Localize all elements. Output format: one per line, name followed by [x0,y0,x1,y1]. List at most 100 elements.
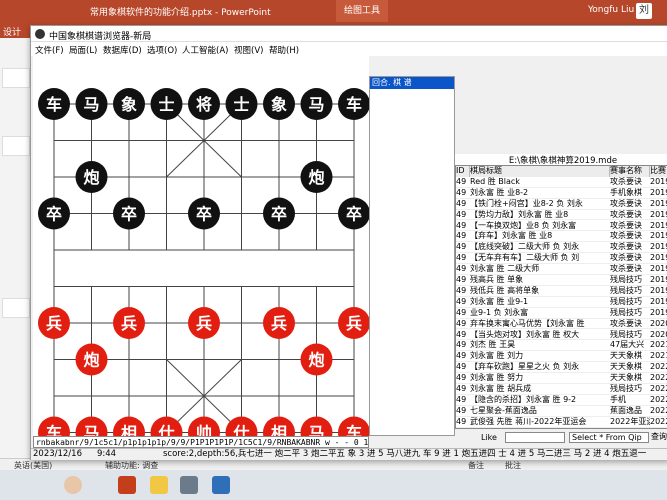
table-row[interactable]: 49业9-1 负 刘永富 残局技巧 2019 [456,308,667,319]
table-cell: 2022 [650,394,667,404]
draw-tools-tab[interactable]: 绘图工具 [336,0,388,22]
user-name[interactable]: Yongfu Liu [588,5,634,15]
table-row[interactable]: 49【隐含的杀招】刘永富 胜 9-2 手机 2022 [456,395,667,406]
black-piece[interactable]: 士 [225,88,258,120]
menu-view[interactable]: 视图(V) [234,44,263,56]
game-database-table[interactable]: ID棋局标题赛事名称比赛49Red 胜 Black攻杀要诀201949刘永富 胜… [455,165,667,429]
menu-file[interactable]: 文件(F) [35,44,64,56]
table-row[interactable]: 49【无车弃有车】二级大师 负 刘 攻杀要诀 2019 [456,253,667,265]
menu-help[interactable]: 帮助(H) [269,44,299,56]
black-piece[interactable]: 士 [150,88,183,120]
black-piece[interactable]: 象 [263,88,295,120]
red-piece[interactable]: 相 [263,416,295,437]
black-piece[interactable]: 车 [338,88,369,120]
table-row[interactable]: 49残高兵 胜 单象 残局技巧 2019 [456,275,667,286]
table-row[interactable]: 49刘永富 胜 努力 天天象棋 2022 [456,373,667,384]
fen-field[interactable]: rnbakabnr/9/1c5c1/p1p1p1p1p/9/9/P1P1P1P1… [33,436,369,448]
black-piece[interactable]: 将 [188,88,220,120]
table-row[interactable]: 49刘永富 胜 刘力 天天象棋 2021 [456,351,667,363]
table-row[interactable]: 49刘永富 胜 二级大师 攻杀要诀 2019 [456,264,667,275]
board-canvas[interactable]: 车马象士将士象马车炮 炮卒卒卒卒卒兵兵兵兵兵炮 炮车马相仕帅仕相马车 [33,56,369,436]
table-header-row[interactable]: ID 棋局标题 赛事名称 比赛 [456,166,667,177]
chess-app-taskbar-icon[interactable] [180,476,198,494]
table-cell: 2022 [650,384,667,393]
menu-ai[interactable]: 人工智能(A) [182,44,228,56]
table-row[interactable]: 49【弃车砍跑】星星之火 负 刘永 天天象棋 2022 [456,362,667,374]
red-piece[interactable]: 兵 [113,307,145,339]
table-cell: 49 [456,405,467,415]
red-piece[interactable]: 兵 [263,307,295,339]
slide-thumbnail[interactable] [2,298,30,318]
table-row[interactable]: 49【弃车】刘永富 胜 业8 攻杀要诀 2019 [456,231,667,243]
tab-design[interactable]: 设计 [3,25,21,38]
column-header[interactable]: 棋局标题 [470,166,610,177]
powerpoint-taskbar-icon[interactable] [118,476,136,494]
menu-options[interactable]: 选项(O) [147,44,177,56]
query-button[interactable]: 查询 [651,432,667,443]
red-piece[interactable]: 马 [75,416,108,437]
column-header[interactable]: ID [456,166,470,177]
black-piece[interactable]: 马 [75,88,108,120]
red-piece[interactable]: 炮 [75,343,108,376]
table-cell: 残局技巧 [610,296,642,306]
black-piece[interactable]: 卒 [188,197,220,230]
red-piece[interactable]: 车 [38,416,70,437]
black-piece[interactable]: 炮 [300,161,333,193]
chess-app-icon [35,29,45,39]
table-cell: 【弃车砍跑】星星之火 负 刘永 [470,362,580,372]
table-row[interactable]: 49【铁门栓+闷宫】业8-2 负 刘永 攻杀要诀 2019 [456,199,667,210]
slide-thumbnail[interactable] [2,136,30,156]
red-piece[interactable]: 相 [113,416,145,437]
piece-label: 帅 [196,424,212,437]
table-row[interactable]: 49武俊强 先胜 蒋川-2022年亚运会 2022年亚运会2022 [456,417,667,428]
red-piece[interactable]: 仕 [225,416,258,437]
sql-query-input[interactable]: Select * From Qip [569,432,649,443]
menu-position[interactable]: 局面(L) [69,44,97,56]
column-header[interactable]: 赛事名称 [610,166,650,177]
slide-thumbnail[interactable] [2,68,30,88]
black-piece[interactable]: 炮 [75,161,108,193]
red-piece[interactable]: 帅 [188,416,220,437]
table-row[interactable]: 49弃车换末寓心马优势【刘永富 胜 攻杀要诀 2020 [456,319,667,330]
black-piece[interactable]: 卒 [113,197,145,230]
black-piece[interactable]: 卒 [38,197,70,230]
app-taskbar-icon[interactable] [212,476,230,494]
table-row[interactable]: 49刘永富 胜 胡兵成 残局技巧 2022 [456,384,667,395]
table-row[interactable]: 49【底线突破】二级大师 负 刘永 攻杀要诀 2019 [456,242,667,254]
red-piece[interactable]: 兵 [38,307,70,339]
table-cell: 2022 [650,362,667,372]
red-piece[interactable]: 炮 [300,343,333,376]
move-list-header[interactable]: 回合. 棋 谱 [370,77,454,89]
piece-label: 相 [271,424,287,437]
red-piece[interactable]: 马 [300,416,333,437]
table-cell: 47届大兴 [610,340,645,350]
black-piece[interactable]: 卒 [338,197,369,230]
column-header[interactable]: 比赛 [650,166,667,177]
black-piece[interactable]: 象 [113,88,145,120]
slide-thumbnail-pane[interactable] [0,38,32,458]
black-piece[interactable]: 卒 [263,197,295,230]
avatar[interactable]: 刘 [636,3,652,19]
file-explorer-icon[interactable] [150,476,168,494]
table-row[interactable]: 49【一车换双炮】业8 负 刘永富 攻杀要诀 2019 [456,221,667,232]
red-piece[interactable]: 仕 [150,416,183,437]
red-piece[interactable]: 车 [338,416,369,437]
table-row[interactable]: 49Red 胜 Black 攻杀要诀 2019 [456,177,667,188]
table-row[interactable]: 49刘永富 胜 业9-1 残局技巧 2019 [456,297,667,308]
red-piece[interactable]: 兵 [338,307,369,339]
table-row[interactable]: 49残低兵 胜 高将单象 残局技巧 2019 [456,286,667,297]
table-row[interactable]: 49【当头炮对攻】刘永富 胜 权大 残局技巧 2020 [456,330,667,341]
table-row[interactable]: 49【势均力敌】刘永富 胜 业8 攻杀要诀 2019 [456,210,667,221]
table-row[interactable]: 49刘杰 胜 王昊 47届大兴 2021 [456,340,667,352]
table-row[interactable]: 49七星聚会-蕉面逸品 蕉面逸品 2022 [456,406,667,417]
chess-board[interactable]: 车马象士将士象马车炮炮卒卒卒卒卒兵兵兵兵兵炮炮车马相仕帅仕相马车 [33,56,369,436]
table-cell: 2019 [650,264,667,274]
like-input[interactable] [505,432,565,443]
black-piece[interactable]: 马 [300,88,333,120]
table-row[interactable]: 49刘永富 胜 业8-2 手机象棋 2019 [456,188,667,199]
menu-database[interactable]: 数据库(D) [103,44,142,56]
black-piece[interactable]: 车 [38,88,70,120]
red-piece[interactable]: 兵 [188,307,220,339]
move-list[interactable]: 回合. 棋 谱 [369,76,455,436]
table-cell: 手机 [610,394,626,404]
